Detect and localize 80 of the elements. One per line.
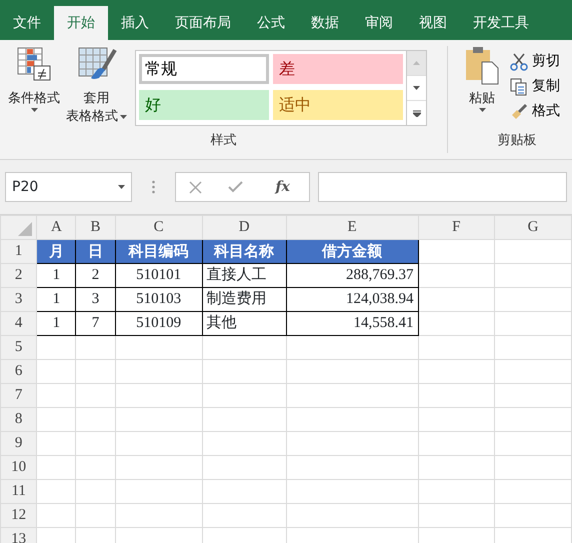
format-as-table-button[interactable]: 套用 表格格式 <box>64 46 129 131</box>
paste-button[interactable]: 粘贴 <box>462 46 502 131</box>
ribbon-tab[interactable]: 文件 <box>0 6 54 40</box>
table-cell: 其他 <box>202 312 286 336</box>
table-cell: 510109 <box>115 312 202 336</box>
column-header[interactable]: E <box>286 216 418 240</box>
row-header[interactable]: 5 <box>0 336 37 360</box>
table-cell: 制造费用 <box>202 288 286 312</box>
row-header[interactable]: 3 <box>0 288 37 312</box>
table-cell: 2 <box>76 264 116 288</box>
grip-icon <box>152 180 155 194</box>
ribbon-tab[interactable]: 审阅 <box>352 6 406 40</box>
table-cell: 288,769.37 <box>286 264 418 288</box>
cell-style-swatch[interactable]: 好 <box>139 90 269 120</box>
column-header[interactable]: B <box>76 216 116 240</box>
table-cell: 直接人工 <box>202 264 286 288</box>
column-header[interactable]: F <box>418 216 495 240</box>
header-cell: 借方金额 <box>286 240 418 264</box>
check-icon[interactable] <box>228 181 244 193</box>
ribbon-tab[interactable]: 数据 <box>298 6 352 40</box>
table-cell: 3 <box>76 288 116 312</box>
ribbon-tab[interactable]: 视图 <box>406 6 460 40</box>
caret-icon <box>30 108 38 112</box>
row-header[interactable]: 4 <box>0 312 37 336</box>
scissors-icon <box>510 52 528 70</box>
ribbon-tab[interactable]: 页面布局 <box>162 6 244 40</box>
copy-icon <box>510 78 528 96</box>
column-header[interactable]: C <box>115 216 202 240</box>
cell-style-swatch[interactable]: 差 <box>273 54 403 84</box>
expand-gallery-icon[interactable] <box>412 110 420 116</box>
table-cell: 1 <box>36 312 76 336</box>
name-box[interactable]: P20 <box>5 172 132 202</box>
cancel-icon[interactable] <box>189 180 202 194</box>
caret-icon <box>478 108 486 112</box>
table-icon <box>16 46 52 82</box>
clipboard-action[interactable]: 复制 <box>508 75 562 98</box>
table-cell: 7 <box>76 312 116 336</box>
table-cell: 510101 <box>115 264 202 288</box>
scroll-up-icon[interactable] <box>413 61 420 65</box>
table-cell: 1 <box>36 288 76 312</box>
caret-icon <box>120 115 127 119</box>
row-header[interactable]: 7 <box>0 384 37 408</box>
clipboard-action[interactable]: 格式 <box>508 100 562 123</box>
table-cell: 1 <box>36 264 76 288</box>
table-cell: 510103 <box>115 288 202 312</box>
cell-style-swatch[interactable]: 适中 <box>273 90 403 120</box>
row-header[interactable]: 9 <box>0 432 37 456</box>
header-cell: 日 <box>76 240 116 264</box>
column-header[interactable]: G <box>494 216 572 240</box>
row-header[interactable]: 8 <box>0 408 37 432</box>
ribbon-tab[interactable]: 插入 <box>108 6 162 40</box>
caret-icon <box>118 185 125 189</box>
row-header[interactable]: 2 <box>0 264 37 288</box>
header-cell: 科目编码 <box>115 240 202 264</box>
formula-input[interactable] <box>318 172 567 202</box>
brush-icon <box>510 102 528 120</box>
table-cell: 124,038.94 <box>286 288 418 312</box>
conditional-formatting-button[interactable]: 条件格式 <box>6 46 62 131</box>
clipboard-icon <box>464 46 500 86</box>
row-header[interactable]: 12 <box>0 504 37 528</box>
header-cell: 科目名称 <box>202 240 286 264</box>
row-header[interactable]: 1 <box>0 240 37 264</box>
column-header[interactable]: D <box>202 216 286 240</box>
ribbon-tab[interactable]: 开始 <box>54 6 108 40</box>
cell-style-swatch[interactable]: 常规 <box>139 54 269 84</box>
header-cell: 月 <box>36 240 76 264</box>
insert-function-button[interactable]: fx <box>270 176 296 198</box>
table-cell: 14,558.41 <box>286 312 418 336</box>
select-all-icon[interactable] <box>16 220 32 236</box>
table-brush-icon <box>76 46 116 82</box>
ribbon-tab[interactable]: 公式 <box>244 6 298 40</box>
row-header[interactable]: 11 <box>0 480 37 504</box>
row-header[interactable]: 6 <box>0 360 37 384</box>
column-header[interactable]: A <box>36 216 76 240</box>
group-label: 剪贴板 <box>496 132 538 150</box>
scroll-down-icon[interactable] <box>413 86 420 90</box>
ribbon-tab[interactable]: 开发工具 <box>460 6 542 40</box>
group-label: 样式 <box>210 132 238 150</box>
clipboard-action[interactable]: 剪切 <box>508 50 562 73</box>
row-header[interactable]: 10 <box>0 456 37 480</box>
